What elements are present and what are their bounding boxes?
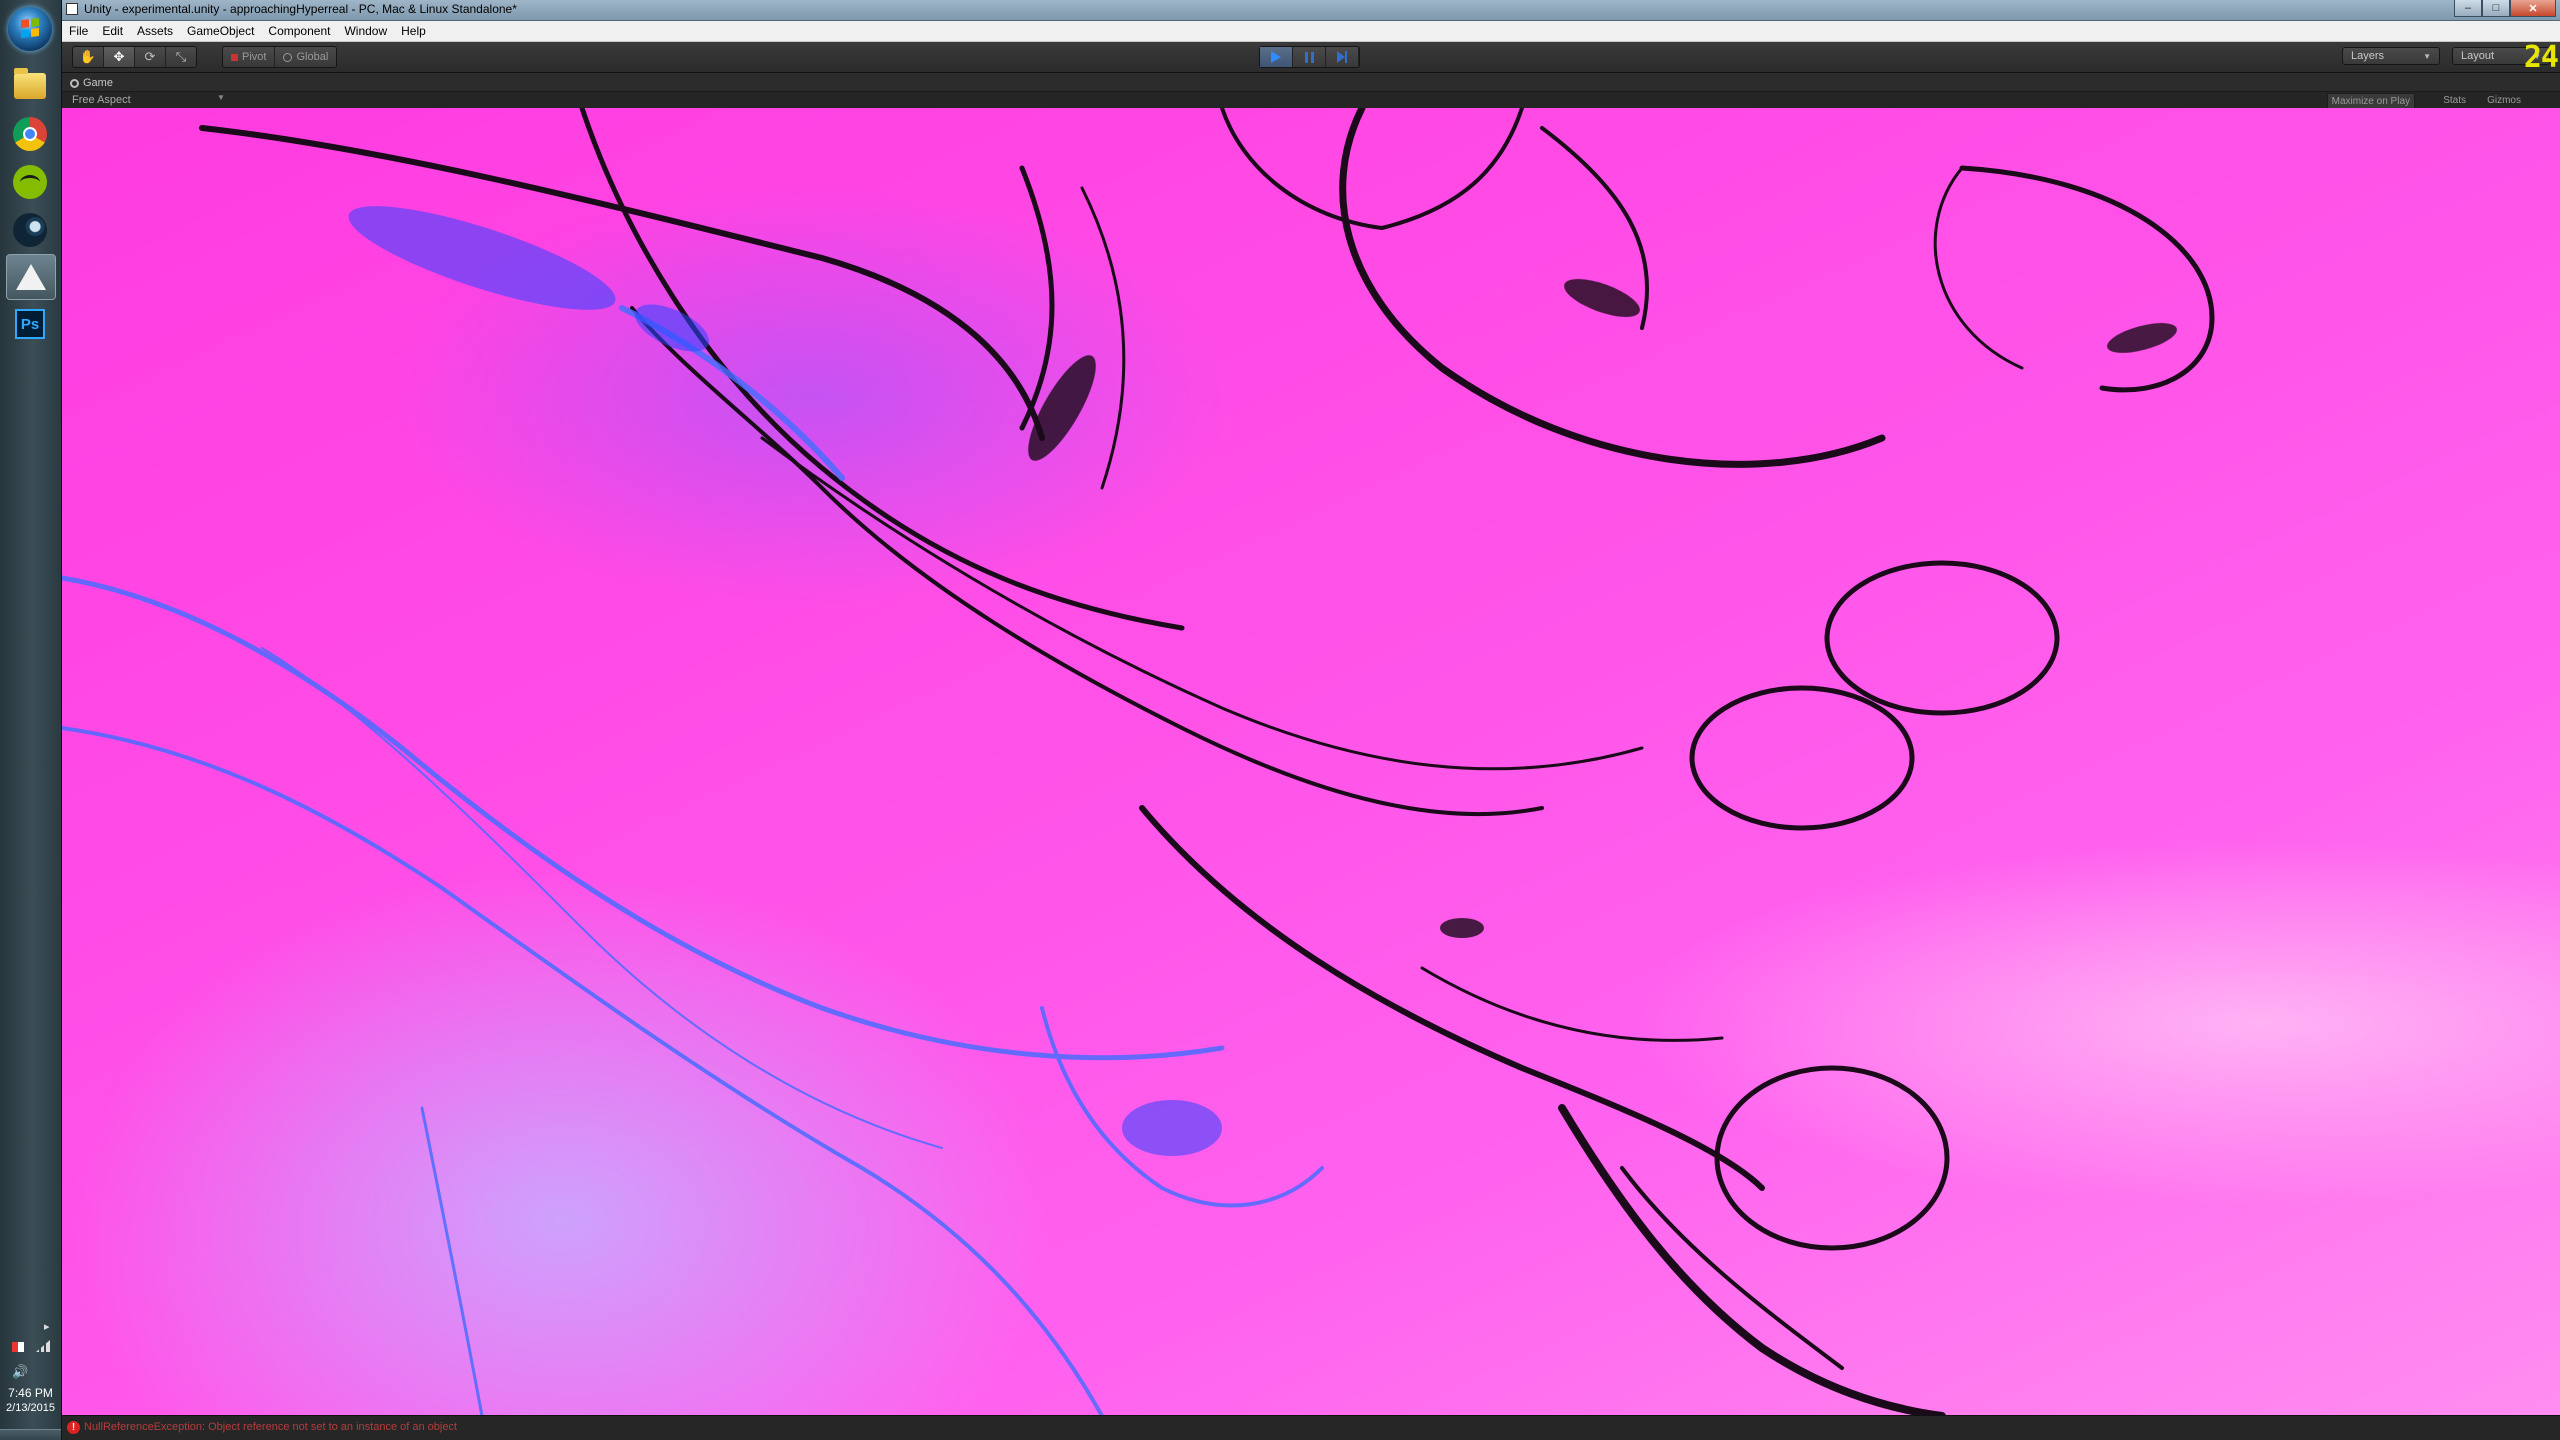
game-view-icon (70, 78, 79, 88)
gizmos-dropdown[interactable]: Gizmos (2483, 93, 2525, 107)
maximize-on-play-toggle[interactable]: Maximize on Play (2326, 93, 2415, 109)
editor-toolbar: ✋ ✥ ⟳ ⤡ Pivot Global Layers ▼ Layout ▼ 24 (62, 40, 2560, 75)
menu-gameobject[interactable]: GameObject (180, 21, 261, 41)
windows-logo-icon (21, 18, 39, 38)
taskbar-steam[interactable] (6, 208, 54, 252)
windows-taskbar: Ps ▸ 🔊 7:46 PM 2/13/2015 (0, 0, 62, 1440)
chevron-down-icon: ▼ (2423, 51, 2431, 61)
global-label: Global (296, 51, 329, 63)
pause-button[interactable] (1293, 47, 1326, 67)
network-icon[interactable] (36, 1340, 50, 1352)
taskbar-spotify[interactable] (6, 160, 54, 204)
taskbar-unity[interactable] (6, 254, 56, 300)
move-icon: ✥ (113, 49, 125, 64)
taskbar-photoshop[interactable]: Ps (6, 302, 54, 346)
transform-tools: ✋ ✥ ⟳ ⤡ (72, 46, 197, 68)
step-icon (1336, 51, 1347, 63)
scale-icon: ⤡ (175, 49, 187, 64)
taskbar-chrome[interactable] (6, 112, 54, 156)
chrome-icon (13, 117, 47, 151)
volume-icon[interactable]: 🔊 (12, 1364, 28, 1380)
hand-tool-button[interactable]: ✋ (73, 47, 104, 67)
game-view-toolbar: Free Aspect ▼ Maximize on Play Stats Giz… (62, 91, 2560, 109)
rotate-tool-button[interactable]: ⟳ (135, 47, 166, 67)
tab-game-label: Game (83, 77, 113, 89)
menu-bar: File Edit Assets GameObject Component Wi… (62, 21, 2560, 42)
title-bar[interactable]: Unity - experimental.unity - approaching… (62, 0, 2560, 21)
fps-counter: 24 (2523, 40, 2559, 75)
hand-icon: ✋ (79, 49, 97, 64)
pivot-icon (231, 53, 238, 61)
stats-toggle[interactable]: Stats (2439, 93, 2470, 107)
layers-dropdown[interactable]: Layers ▼ (2342, 47, 2440, 65)
scale-tool-button[interactable]: ⤡ (166, 47, 196, 67)
maximize-button[interactable]: □ (2482, 0, 2510, 17)
tray-expand-icon[interactable]: ▸ (44, 1320, 50, 1333)
spotify-icon (13, 165, 47, 199)
show-desktop-button[interactable] (0, 1429, 61, 1440)
folder-icon (14, 68, 46, 99)
window-controls: – □ ✕ (2454, 0, 2556, 18)
steam-icon (13, 213, 47, 247)
game-view-header: Game Free Aspect ▼ Maximize on Play Stat… (62, 73, 2560, 109)
play-icon (1271, 51, 1281, 63)
play-button[interactable] (1260, 47, 1293, 67)
system-tray: ▸ 🔊 7:46 PM 2/13/2015 (0, 1320, 61, 1440)
clock-date[interactable]: 2/13/2015 (0, 1402, 61, 1414)
pivot-label: Pivot (242, 51, 267, 63)
rotate-icon: ⟳ (144, 49, 156, 64)
pause-icon (1304, 51, 1314, 63)
unity-icon (16, 264, 46, 290)
console-status-message[interactable]: NullReferenceException: Object reference… (84, 1421, 457, 1433)
aspect-dropdown[interactable]: Free Aspect (72, 94, 131, 106)
menu-edit[interactable]: Edit (95, 21, 130, 41)
pivot-toggles: Pivot Global (222, 46, 338, 68)
photoshop-icon: Ps (15, 309, 45, 339)
clock-time[interactable]: 7:46 PM (0, 1386, 61, 1400)
playback-controls (1259, 46, 1360, 68)
tab-game[interactable]: Game (66, 75, 121, 91)
menu-window[interactable]: Window (337, 21, 394, 41)
menu-file[interactable]: File (62, 21, 95, 41)
close-button[interactable]: ✕ (2510, 0, 2556, 17)
chevron-down-icon: ▼ (217, 93, 225, 102)
global-icon (283, 52, 293, 62)
menu-assets[interactable]: Assets (130, 21, 180, 41)
minimize-button[interactable]: – (2454, 0, 2482, 17)
step-button[interactable] (1326, 47, 1359, 67)
game-render-image (62, 108, 2215, 1416)
error-icon: ! (67, 1421, 80, 1434)
action-center-icon[interactable] (12, 1342, 24, 1352)
game-viewport[interactable] (62, 108, 2560, 1416)
unity-icon (66, 3, 78, 15)
taskbar-explorer[interactable] (6, 64, 54, 108)
unity-editor-window: Unity - experimental.unity - approaching… (62, 0, 2560, 1440)
layers-label: Layers (2351, 50, 2385, 62)
pivot-toggle[interactable]: Pivot (223, 47, 276, 67)
status-bar[interactable]: ! NullReferenceException: Object referen… (62, 1415, 2560, 1440)
layout-label: Layout (2461, 50, 2495, 62)
start-button[interactable] (8, 7, 52, 51)
menu-help[interactable]: Help (394, 21, 433, 41)
menu-component[interactable]: Component (261, 21, 337, 41)
move-tool-button[interactable]: ✥ (104, 47, 135, 67)
window-title: Unity - experimental.unity - approaching… (84, 2, 517, 16)
global-toggle[interactable]: Global (275, 47, 336, 67)
